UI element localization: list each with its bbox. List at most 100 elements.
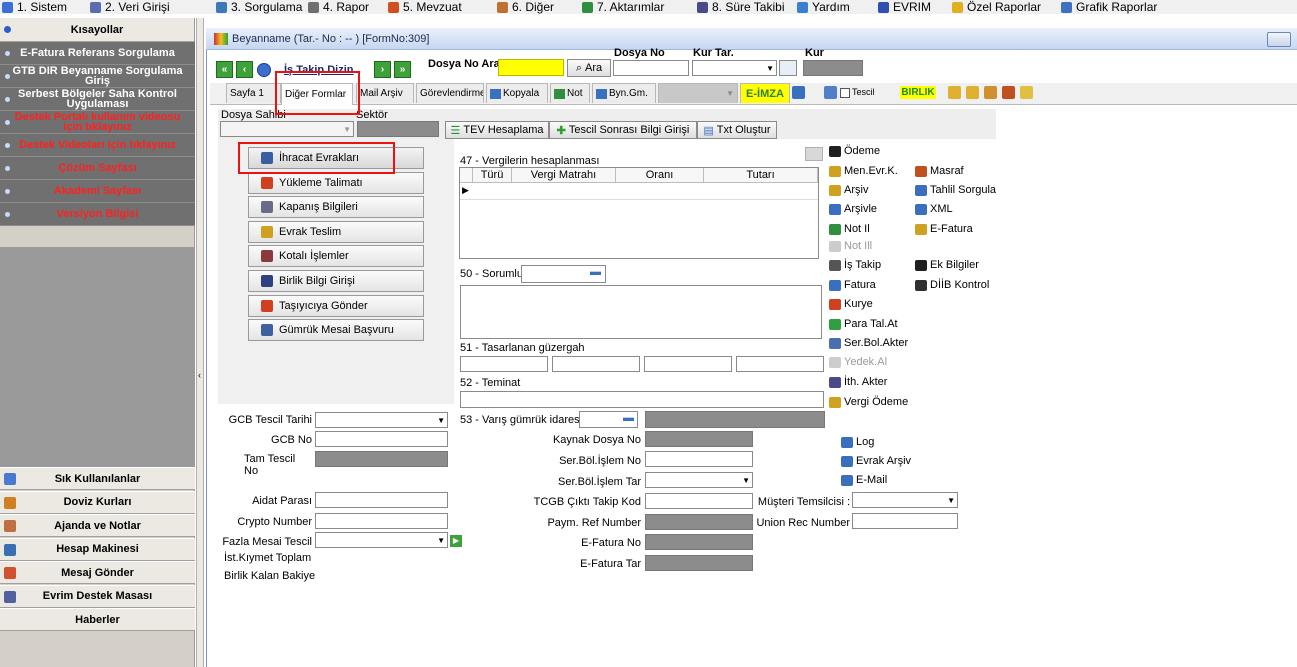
sidebar-favorites-button[interactable]: Sık Kullanılanlar (0, 467, 195, 490)
tax-payment-action[interactable]: Vergi Ödeme (829, 396, 908, 408)
calendar-button[interactable] (779, 60, 797, 76)
tcgb-output-code-input[interactable] (645, 493, 753, 509)
tev-calculation-button[interactable]: ☰ TEV Hesaplama (445, 121, 549, 139)
sidebar-link[interactable]: Serbest Bölgeler Saha Kontrol Uygulaması (0, 88, 195, 111)
free-zone-txn-no-input[interactable] (645, 451, 753, 467)
grid-icon[interactable] (805, 147, 823, 161)
gcb-no-input[interactable] (315, 431, 448, 447)
file-no-input[interactable] (613, 60, 689, 76)
sidebar-support-button[interactable]: Evrim Destek Masası (0, 584, 195, 608)
sidebar-link[interactable]: Akademi Sayfası (0, 180, 195, 203)
tab-assignment[interactable]: Görevlendirme (416, 83, 484, 103)
union-rec-input[interactable] (852, 513, 958, 529)
prev-record-button[interactable]: ‹ (236, 61, 253, 78)
sidebar-header[interactable]: Kısayollar (0, 18, 194, 42)
sidebar-splitter[interactable]: ‹ (196, 18, 204, 667)
info-action[interactable]: Ek Bilgiler (915, 259, 979, 271)
search-button[interactable]: ⌕ Ara (567, 59, 611, 77)
sidebar-calculator-button[interactable]: Hesap Makinesi (0, 537, 195, 561)
column-header[interactable]: Tutarı (704, 168, 818, 183)
dues-input[interactable] (315, 492, 448, 508)
e-invoice-action[interactable]: E-Fatura (915, 223, 973, 235)
sidebar-message-button[interactable]: Mesaj Gönder (0, 561, 195, 584)
sidebar-link[interactable]: Versiyon Bilgisi (0, 203, 195, 226)
menu-books[interactable]: 5. Mevzuat (388, 0, 462, 14)
closing-button[interactable]: Kapanış Bilgileri (248, 196, 424, 219)
doc-archive-action[interactable]: Evrak Arşiv (841, 455, 911, 467)
rate-date-select[interactable]: ▼ (692, 60, 777, 76)
archive-action[interactable]: Arşiv (829, 184, 868, 196)
route-input-2[interactable] (552, 356, 640, 372)
payment-action[interactable]: Ödeme (829, 145, 880, 157)
folder-icon[interactable] (948, 86, 961, 99)
invoice-action[interactable]: Fatura (829, 279, 876, 291)
e-signature-button[interactable]: E-İMZA (740, 83, 790, 103)
menu-evrim[interactable]: EVRIM (878, 0, 931, 14)
crypto-number-input[interactable] (315, 513, 448, 529)
log-action[interactable]: Log (841, 436, 874, 448)
diib-action[interactable]: DİİB Kontrol (915, 279, 989, 291)
xml-action[interactable]: XML (915, 203, 953, 215)
menu-system[interactable]: 1. Sistem (2, 0, 67, 14)
responsible-textarea[interactable] (460, 285, 822, 339)
responsible-select[interactable]: ▬ (521, 265, 606, 283)
create-txt-button[interactable]: ▤ Txt Oluştur (697, 121, 777, 139)
expense-action[interactable]: Masraf (915, 165, 964, 177)
shield-icon[interactable] (792, 86, 805, 99)
customer-rep-select[interactable]: ▼ (852, 492, 958, 508)
sidebar-link[interactable]: E-Fatura Referans Sorgulama (0, 42, 195, 65)
next-record-button[interactable]: › (374, 61, 391, 78)
courier-action[interactable]: Kurye (829, 298, 873, 310)
tab-mail-archive[interactable]: Mail Arşiv (356, 83, 414, 103)
overtime-button[interactable]: Gümrük Mesai Başvuru (248, 319, 424, 342)
menu-query[interactable]: 3. Sorgulama (216, 0, 302, 14)
sidebar-agenda-button[interactable]: Ajanda ve Notlar (0, 514, 195, 537)
free-zone-action[interactable]: Ser.Bol.Akter (829, 337, 908, 349)
file-search-input[interactable] (498, 59, 564, 76)
guarantee-input[interactable] (460, 391, 824, 408)
import-action[interactable]: İth. Akter (829, 376, 887, 388)
info-icon[interactable] (257, 63, 271, 77)
collapse-arrow-icon[interactable]: ‹ (198, 370, 201, 380)
menu-printer[interactable]: 4. Rapor (308, 0, 369, 14)
destination-customs-select[interactable]: ▬ (579, 411, 638, 428)
menu-data-entry[interactable]: 2. Veri Girişi (90, 0, 170, 14)
open-folder-icon[interactable] (1020, 86, 1033, 99)
menu-other[interactable]: 6. Diğer (497, 0, 554, 14)
money-request-action[interactable]: Para Tal.At (829, 318, 898, 330)
copy-button[interactable]: Kopyala (486, 83, 548, 103)
menu-help[interactable]: Yardım (797, 0, 850, 14)
column-header[interactable]: Oranı (616, 168, 704, 183)
overtime-registration-select[interactable]: ▼ (315, 532, 448, 548)
folder-open-icon[interactable] (984, 86, 997, 99)
table-row[interactable]: ▶ (460, 183, 818, 200)
file-owner-select[interactable]: ▼ (220, 121, 354, 137)
loading-button[interactable]: Yükleme Talimatı (248, 171, 424, 194)
sidebar-link[interactable]: Destek Videoları için tıklayınız (0, 134, 195, 157)
menu-transfer[interactable]: 7. Aktarımlar (582, 0, 664, 14)
window-icon[interactable] (824, 86, 837, 99)
column-header[interactable]: Türü (473, 168, 512, 183)
byn-gm-button[interactable]: Byn.Gm. (592, 83, 656, 103)
register-checkbox[interactable] (840, 88, 850, 98)
birlik-button[interactable]: BIRLIK (900, 86, 936, 99)
sidebar-link[interactable]: Destek Portalı kullanım videosu için tık… (0, 111, 195, 134)
tab-page-1[interactable]: Sayfa 1 (226, 83, 281, 103)
sidebar-link[interactable]: Çözüm Sayfası (0, 157, 195, 180)
delivery-button[interactable]: Evrak Teslim (248, 220, 424, 243)
note-action[interactable]: Not Il (829, 223, 870, 235)
carrier-button[interactable]: Taşıyıcıya Gönder (248, 294, 424, 317)
quota-button[interactable]: Kotalı İşlemler (248, 245, 424, 268)
free-zone-txn-date-select[interactable]: ▼ (645, 472, 753, 488)
minimize-button[interactable] (1267, 32, 1291, 47)
taxes-table[interactable]: Türü Vergi Matrahı Oranı Tutarı ▶ (459, 167, 819, 259)
folder-action[interactable]: Men.Evr.K. (829, 165, 898, 177)
menu-calendar[interactable]: 8. Süre Takibi (697, 0, 785, 14)
last-record-button[interactable]: » (394, 61, 411, 78)
route-input-3[interactable] (644, 356, 732, 372)
sidebar-link[interactable]: GTB DIR Beyanname Sorgulama Giriş (0, 65, 195, 88)
sidebar-news-button[interactable]: Haberler (0, 608, 195, 631)
menu-chart[interactable]: Grafik Raporlar (1061, 0, 1157, 14)
column-header[interactable]: Vergi Matrahı (512, 168, 616, 183)
route-input-4[interactable] (736, 356, 824, 372)
